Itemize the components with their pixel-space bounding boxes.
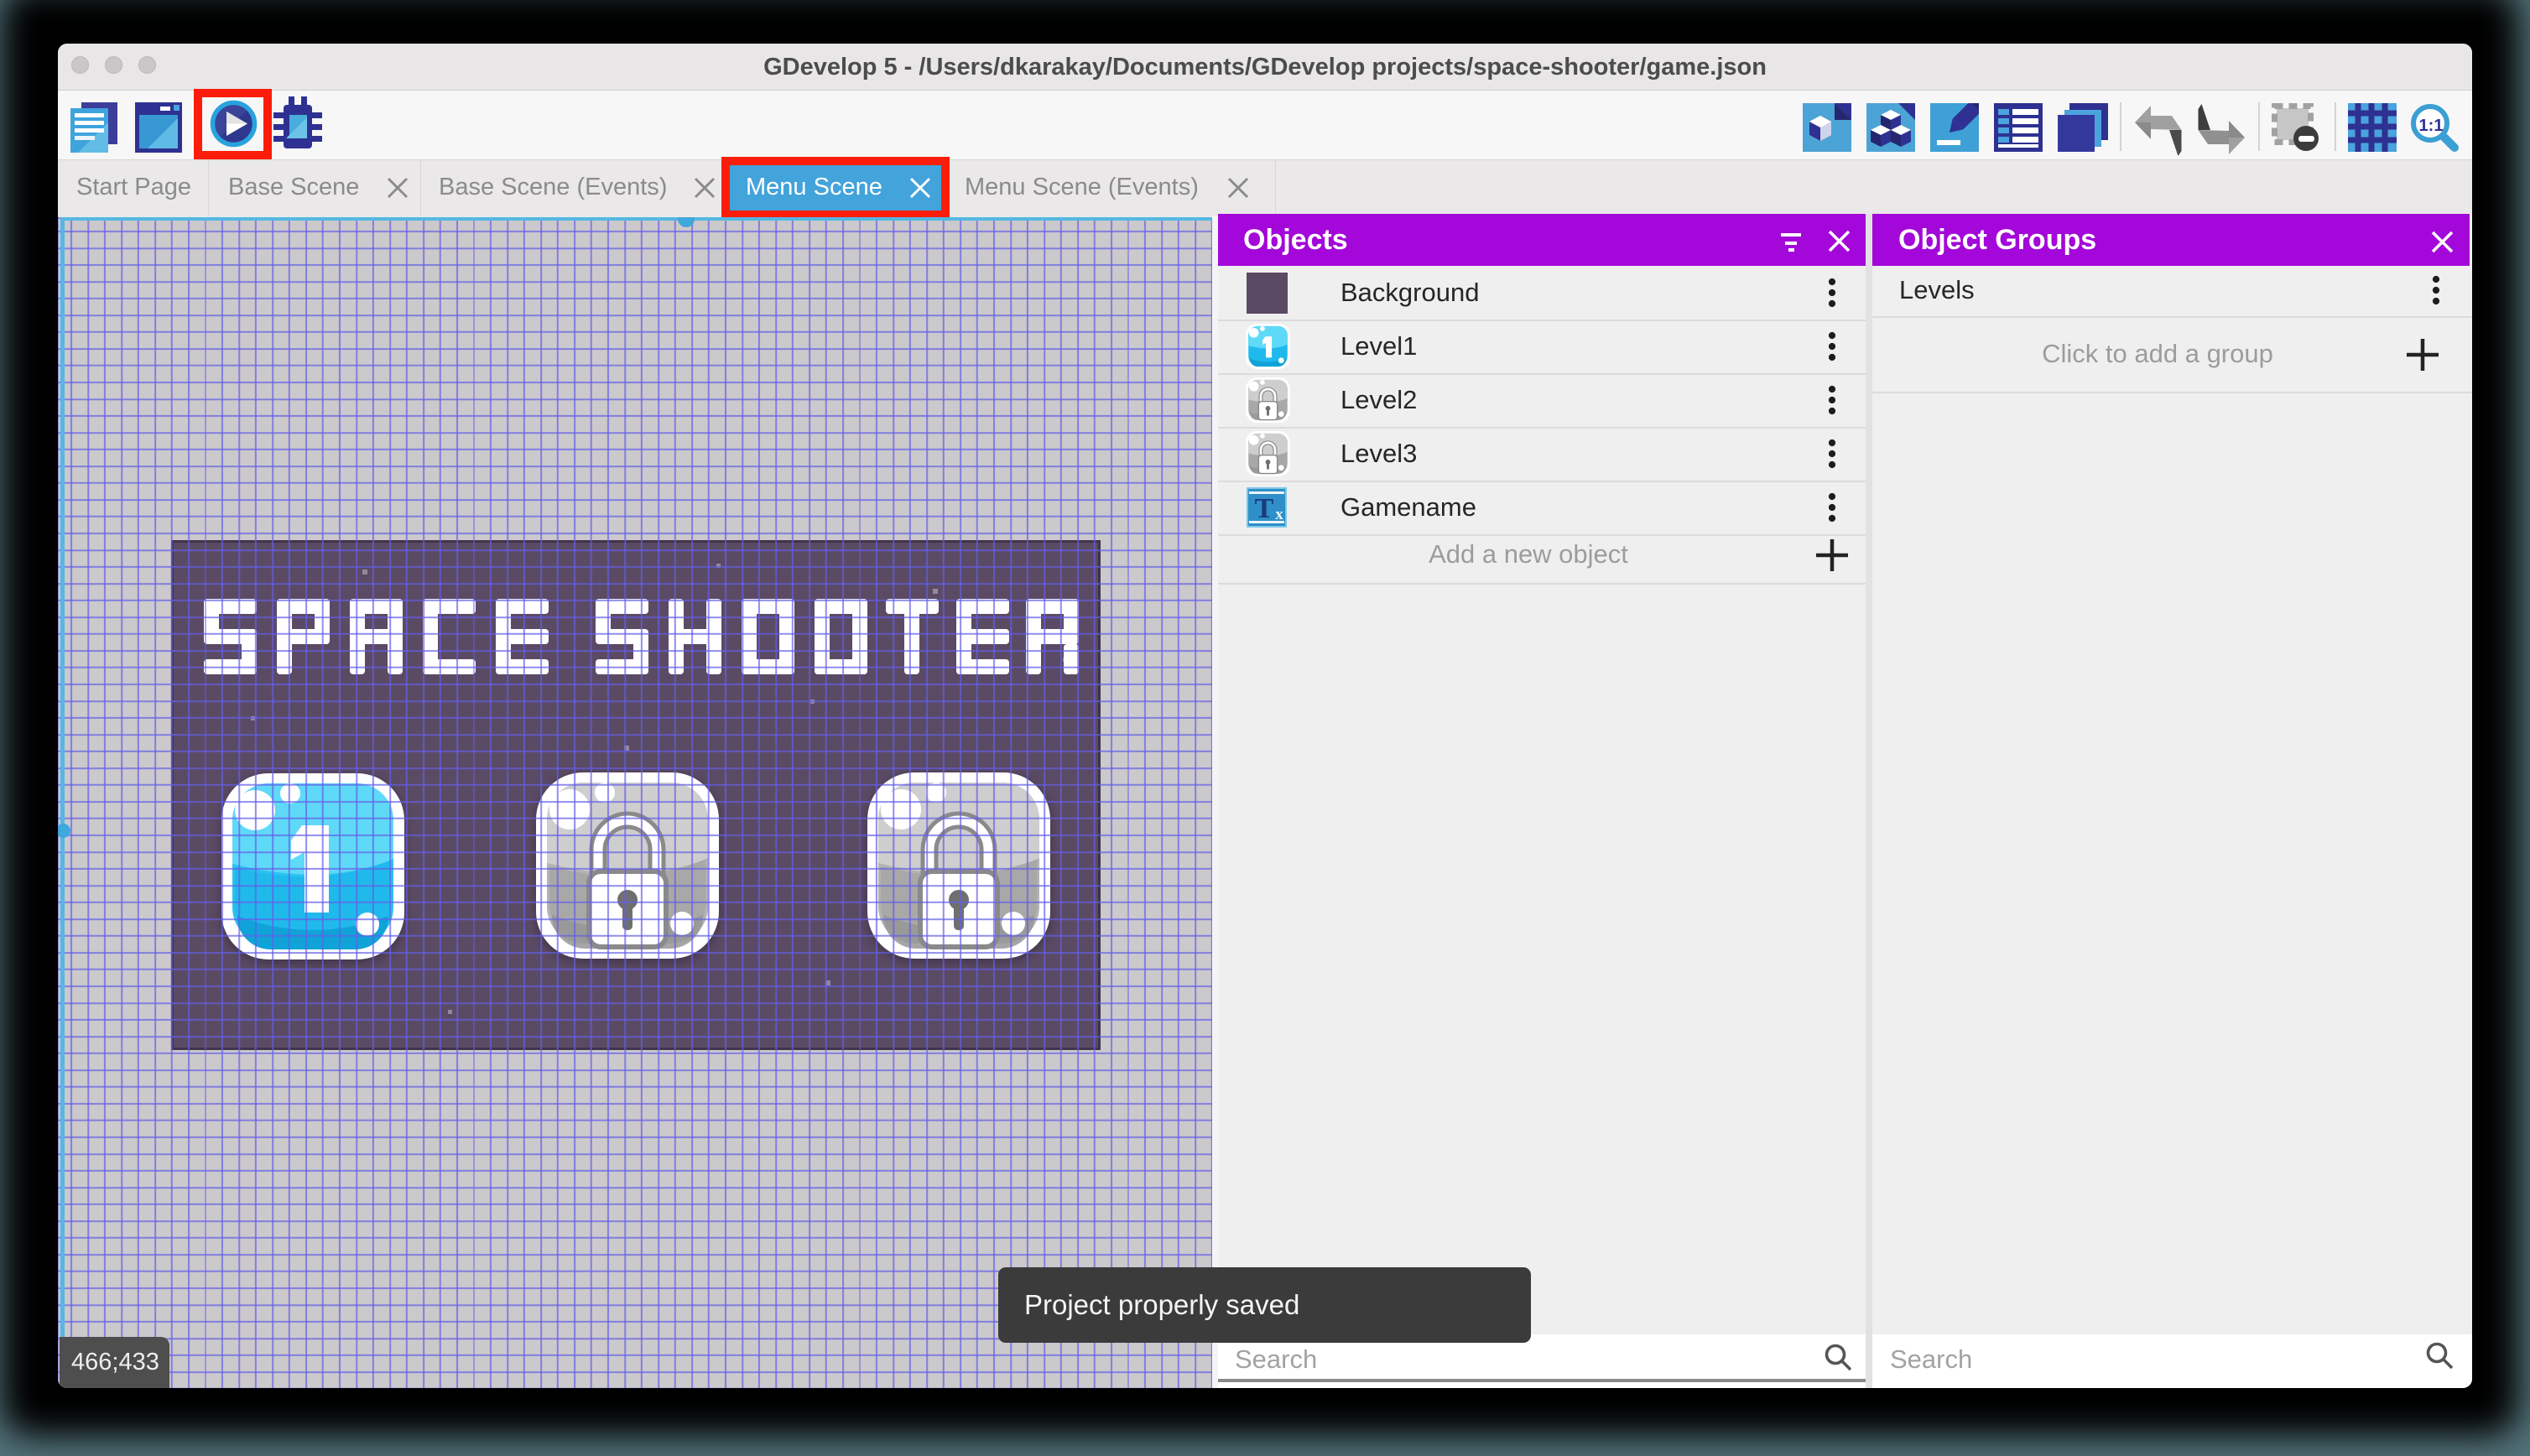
svg-text:T: T — [1255, 493, 1274, 524]
svg-text:1:1: 1:1 — [2419, 117, 2444, 135]
svg-text:x: x — [1275, 506, 1283, 523]
